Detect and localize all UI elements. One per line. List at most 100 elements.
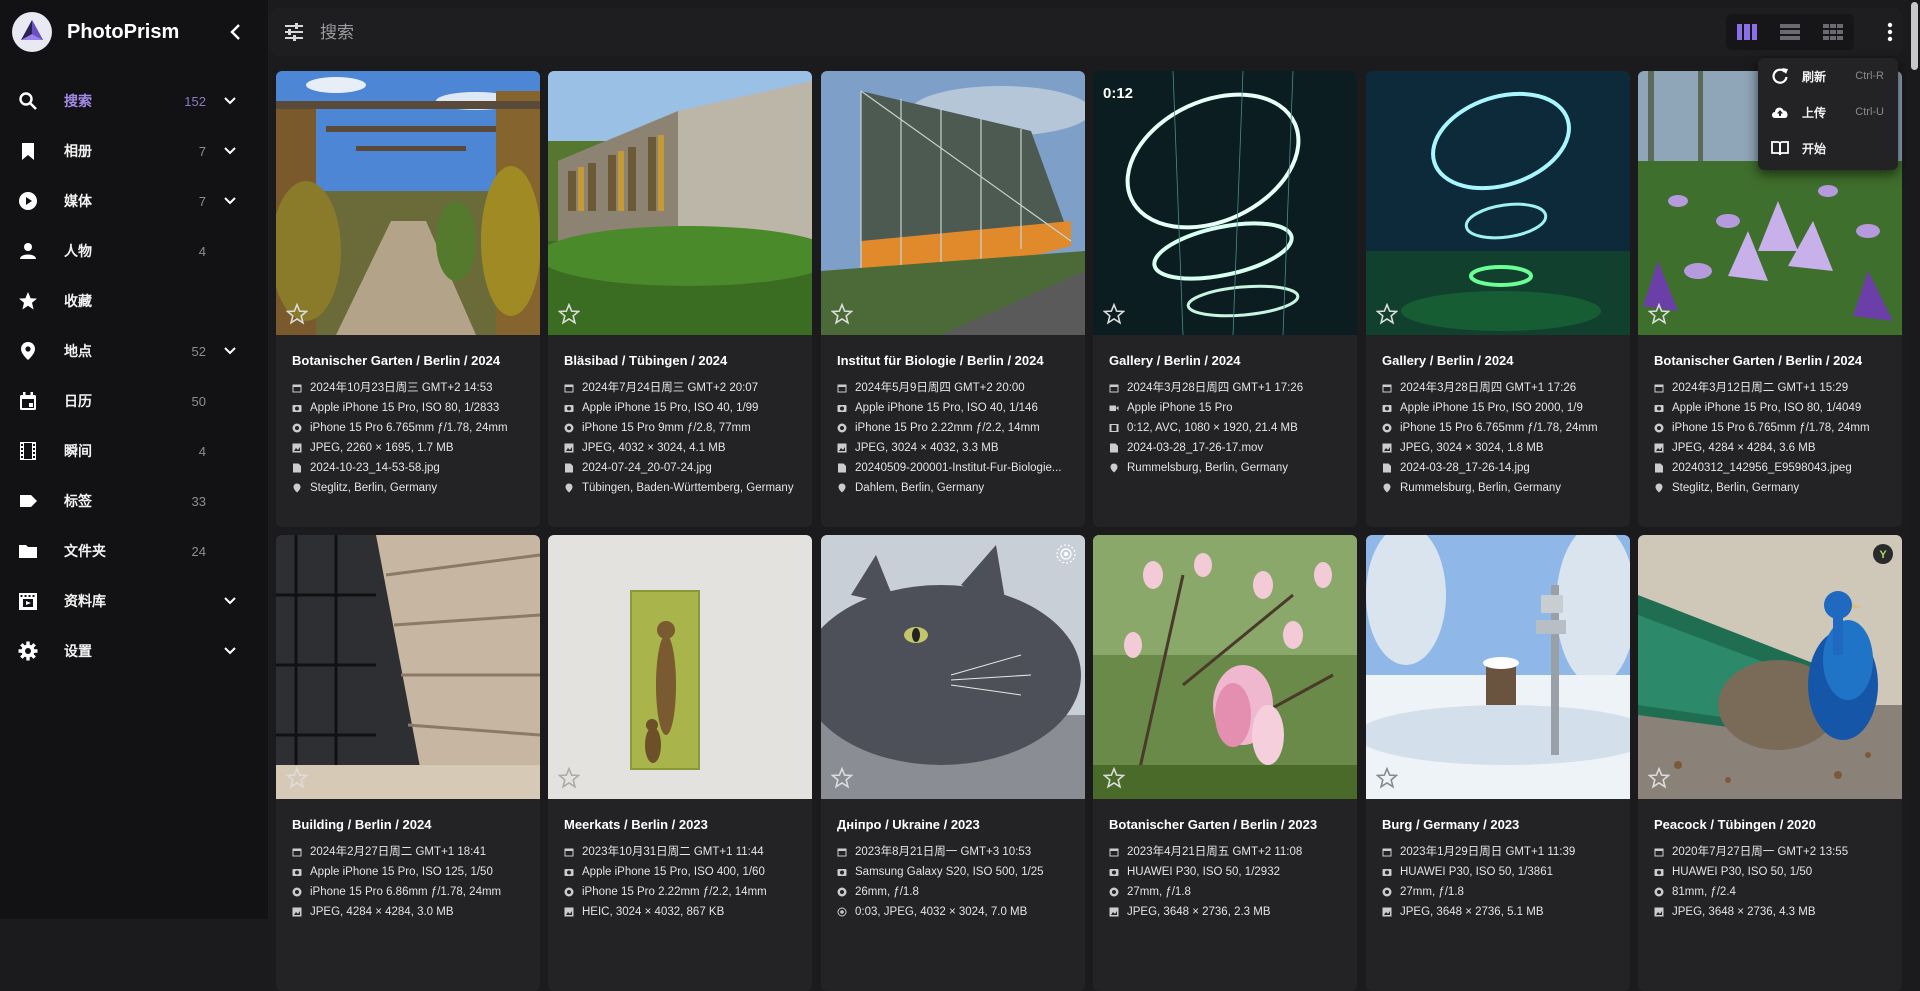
photo-camera[interactable]: Apple iPhone 15 Pro, ISO 80, 1/4049 <box>1672 398 1861 418</box>
photo-camera[interactable]: Apple iPhone 15 Pro, ISO 400, 1/60 <box>582 862 765 882</box>
star-icon[interactable] <box>558 767 580 789</box>
photo-lens[interactable]: iPhone 15 Pro 9mm ƒ/2.8, 77mm <box>582 418 751 438</box>
photo-file-info[interactable]: 0:12, AVC, 1080 × 1920, 21.4 MB <box>1127 418 1298 438</box>
photo-date[interactable]: 2023年1月29日周日 GMT+1 11:39 <box>1400 842 1575 862</box>
photo-title[interactable]: Meerkats / Berlin / 2023 <box>564 817 796 832</box>
menu-item-getting-started[interactable]: 开始 <box>1758 130 1898 166</box>
photo-file-info[interactable]: JPEG, 4284 × 4284, 3.0 MB <box>310 902 454 922</box>
photo-lens[interactable]: 81mm, ƒ/2.4 <box>1672 882 1736 902</box>
photo-location[interactable]: Rummelsburg, Berlin, Germany <box>1400 478 1561 498</box>
star-icon[interactable] <box>286 767 308 789</box>
star-icon[interactable] <box>831 303 853 325</box>
photo-file-info[interactable]: JPEG, 3648 × 2736, 5.1 MB <box>1400 902 1544 922</box>
photo-date[interactable]: 2023年10月31日周二 GMT+1 11:44 <box>582 842 764 862</box>
photo-camera[interactable]: HUAWEI P30, ISO 50, 1/3861 <box>1400 862 1553 882</box>
photo-location[interactable]: Steglitz, Berlin, Germany <box>310 478 437 498</box>
photo-camera[interactable]: Apple iPhone 15 Pro, ISO 40, 1/146 <box>855 398 1038 418</box>
photo-camera[interactable]: Apple iPhone 15 Pro <box>1127 398 1233 418</box>
photo-date[interactable]: 2020年7月27日周一 GMT+2 13:55 <box>1672 842 1848 862</box>
photo-thumbnail[interactable] <box>821 71 1085 335</box>
photo-card[interactable]: Meerkats / Berlin / 2023 2023年10月31日周二 G… <box>548 535 812 991</box>
photo-camera[interactable]: HUAWEI P30, ISO 50, 1/50 <box>1672 862 1812 882</box>
photo-title[interactable]: Burg / Germany / 2023 <box>1382 817 1614 832</box>
photo-lens[interactable]: iPhone 15 Pro 2.22mm ƒ/2.2, 14mm <box>582 882 767 902</box>
photo-date[interactable]: 2024年3月12日周二 GMT+1 15:29 <box>1672 378 1848 398</box>
star-icon[interactable] <box>1376 303 1398 325</box>
sidebar-item-library[interactable]: 资料库 <box>0 576 268 626</box>
photo-date[interactable]: 2024年5月9日周四 GMT+2 20:00 <box>855 378 1025 398</box>
chevron-down-icon[interactable] <box>220 141 240 161</box>
photo-date[interactable]: 2023年4月21日周五 GMT+2 11:08 <box>1127 842 1302 862</box>
list-view-button[interactable] <box>1779 23 1801 41</box>
photo-file-name[interactable]: 2024-10-23_14-53-58.jpg <box>310 458 440 478</box>
photo-title[interactable]: Gallery / Berlin / 2024 <box>1109 353 1341 368</box>
photo-file-name[interactable]: 2024-03-28_17-26-14.jpg <box>1400 458 1530 478</box>
star-icon[interactable] <box>831 767 853 789</box>
photo-title[interactable]: Botanischer Garten / Berlin / 2024 <box>1654 353 1886 368</box>
photo-thumbnail[interactable] <box>548 535 812 799</box>
photo-title[interactable]: Дніпро / Ukraine / 2023 <box>837 817 1069 832</box>
photo-location[interactable]: Tübingen, Baden-Württemberg, Germany <box>582 478 794 498</box>
photo-file-name[interactable]: 20240509-200001-Institut-Fur-Biologie... <box>855 458 1062 478</box>
star-icon[interactable] <box>1376 767 1398 789</box>
star-icon[interactable] <box>1648 767 1670 789</box>
chevron-down-icon[interactable] <box>220 191 240 211</box>
photo-file-info[interactable]: JPEG, 3024 × 3024, 1.8 MB <box>1400 438 1544 458</box>
photo-card[interactable]: Botanischer Garten / Berlin / 2023 2023年… <box>1093 535 1357 991</box>
photo-title[interactable]: Peacock / Tübingen / 2020 <box>1654 817 1886 832</box>
sidebar-item-favorites[interactable]: 收藏 <box>0 276 268 326</box>
photo-title[interactable]: Gallery / Berlin / 2024 <box>1382 353 1614 368</box>
sidebar-item-folders[interactable]: 文件夹 24 <box>0 526 268 576</box>
menu-item-refresh[interactable]: 刷新 Ctrl-R <box>1758 58 1898 94</box>
photo-lens[interactable]: 27mm, ƒ/1.8 <box>1127 882 1191 902</box>
photo-card[interactable]: Building / Berlin / 2024 2024年2月27日周二 GM… <box>276 535 540 991</box>
sidebar-item-moments[interactable]: 瞬间 4 <box>0 426 268 476</box>
photo-camera[interactable]: Apple iPhone 15 Pro, ISO 40, 1/99 <box>582 398 758 418</box>
sidebar-item-media[interactable]: 媒体 7 <box>0 176 268 226</box>
mosaic-view-button[interactable] <box>1822 23 1844 41</box>
photo-card[interactable]: Bläsibad / Tübingen / 2024 2024年7月24日周三 … <box>548 71 812 527</box>
photo-date[interactable]: 2024年10月23日周三 GMT+2 14:53 <box>310 378 493 398</box>
photo-location[interactable]: Steglitz, Berlin, Germany <box>1672 478 1799 498</box>
photo-thumbnail[interactable]: Y <box>1638 535 1902 799</box>
more-vert-icon[interactable] <box>1884 20 1896 44</box>
photo-file-info[interactable]: JPEG, 3648 × 2736, 2.3 MB <box>1127 902 1271 922</box>
photo-lens[interactable]: iPhone 15 Pro 6.86mm ƒ/1.78, 24mm <box>310 882 501 902</box>
photo-title[interactable]: Bläsibad / Tübingen / 2024 <box>564 353 796 368</box>
scrollbar-thumb[interactable] <box>1911 2 1918 70</box>
search-input[interactable] <box>318 18 922 48</box>
photo-lens[interactable]: iPhone 15 Pro 6.765mm ƒ/1.78, 24mm <box>310 418 508 438</box>
chevron-down-icon[interactable] <box>220 641 240 661</box>
photo-card[interactable]: Institut für Biologie / Berlin / 2024 20… <box>821 71 1085 527</box>
video-card[interactable]: 0:12 Gallery / Berlin / 2024 2024年3月28日周… <box>1093 71 1357 527</box>
photo-thumbnail[interactable] <box>1366 71 1630 335</box>
photo-file-info[interactable]: JPEG, 4032 × 3024, 4.1 MB <box>582 438 726 458</box>
menu-item-upload[interactable]: 上传 Ctrl-U <box>1758 94 1898 130</box>
photo-file-name[interactable]: 20240312_142956_E9598043.jpeg <box>1672 458 1852 478</box>
sidebar-item-albums[interactable]: 相册 7 <box>0 126 268 176</box>
star-icon[interactable] <box>1648 303 1670 325</box>
photo-card[interactable]: Burg / Germany / 2023 2023年1月29日周日 GMT+1… <box>1366 535 1630 991</box>
photo-card[interactable]: Дніпро / Ukraine / 2023 2023年8月21日周一 GMT… <box>821 535 1085 991</box>
photo-lens[interactable]: iPhone 15 Pro 6.765mm ƒ/1.78, 24mm <box>1672 418 1870 438</box>
sidebar-item-search[interactable]: 搜索 152 <box>0 76 268 126</box>
star-icon[interactable] <box>1103 303 1125 325</box>
photo-card[interactable]: Botanischer Garten / Berlin / 2024 2024年… <box>276 71 540 527</box>
photo-file-info[interactable]: JPEG, 3648 × 2736, 4.3 MB <box>1672 902 1816 922</box>
sidebar-item-calendar[interactable]: 日历 50 <box>0 376 268 426</box>
photo-location[interactable]: Rummelsburg, Berlin, Germany <box>1127 458 1288 478</box>
cards-view-button[interactable] <box>1736 23 1758 41</box>
photo-thumbnail[interactable] <box>548 71 812 335</box>
photo-file-name[interactable]: 2024-07-24_20-07-24.jpg <box>582 458 712 478</box>
photo-lens[interactable]: iPhone 15 Pro 6.765mm ƒ/1.78, 24mm <box>1400 418 1598 438</box>
collapse-sidebar-button[interactable] <box>224 20 248 44</box>
photo-camera[interactable]: Apple iPhone 15 Pro, ISO 2000, 1/9 <box>1400 398 1583 418</box>
photo-file-info[interactable]: JPEG, 3024 × 4032, 3.3 MB <box>855 438 999 458</box>
photo-thumbnail[interactable] <box>1093 535 1357 799</box>
photo-camera[interactable]: Apple iPhone 15 Pro, ISO 125, 1/50 <box>310 862 493 882</box>
photo-date[interactable]: 2024年7月24日周三 GMT+2 20:07 <box>582 378 758 398</box>
photo-title[interactable]: Building / Berlin / 2024 <box>292 817 524 832</box>
filter-sliders-icon[interactable] <box>284 22 304 42</box>
photo-date[interactable]: 2024年2月27日周二 GMT+1 18:41 <box>310 842 486 862</box>
photo-lens[interactable]: iPhone 15 Pro 2.22mm ƒ/2.2, 14mm <box>855 418 1040 438</box>
